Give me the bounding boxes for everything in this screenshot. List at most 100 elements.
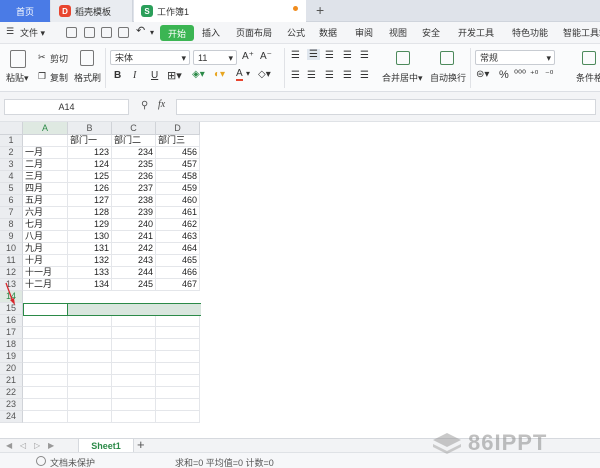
cell-c7[interactable]: 239 (112, 207, 156, 219)
cell-b3[interactable]: 124 (68, 159, 112, 171)
align-middle-icon[interactable]: ☰ (307, 49, 320, 60)
thousands-icon[interactable]: ⁰⁰⁰ (514, 69, 526, 80)
row-header-8[interactable]: 8 (0, 219, 23, 231)
prev-sheet-icon[interactable]: ◁ (20, 441, 26, 450)
indent-decrease-icon[interactable]: ☰ (343, 50, 352, 61)
align-right-icon[interactable]: ☰ (325, 70, 334, 81)
cell-c5[interactable]: 237 (112, 183, 156, 195)
cell-c20[interactable] (112, 363, 156, 375)
last-sheet-icon[interactable]: ▶ (48, 441, 54, 450)
cell-a8[interactable]: 七月 (23, 219, 68, 231)
print-icon[interactable] (101, 27, 112, 38)
align-center-icon[interactable]: ☰ (307, 70, 316, 81)
cell-d6[interactable]: 460 (156, 195, 200, 207)
menu-insert[interactable]: 插入 (202, 26, 220, 39)
cell-c11[interactable]: 243 (112, 255, 156, 267)
row-header-24[interactable]: 24 (0, 411, 23, 423)
indent-increase-icon[interactable]: ☰ (360, 50, 369, 61)
cell-b2[interactable]: 123 (68, 147, 112, 159)
cell-c1[interactable]: 部门二 (112, 135, 156, 147)
cell-b6[interactable]: 127 (68, 195, 112, 207)
cell-a22[interactable] (23, 387, 68, 399)
cell-d21[interactable] (156, 375, 200, 387)
spreadsheet-grid[interactable]: A B C D 1 部门一 部门二 部门三 2 一月 123 234 456 3 二月 124 235 457 4 三… (0, 122, 201, 438)
merge-center-button[interactable]: 合并居中▾ (382, 71, 423, 84)
cell-a10[interactable]: 九月 (23, 243, 68, 255)
cell-b21[interactable] (68, 375, 112, 387)
row-header-10[interactable]: 10 (0, 243, 23, 255)
cell-d24[interactable] (156, 411, 200, 423)
cell-d5[interactable]: 459 (156, 183, 200, 195)
cell-a20[interactable] (23, 363, 68, 375)
cell-d10[interactable]: 464 (156, 243, 200, 255)
cell-c18[interactable] (112, 339, 156, 351)
first-sheet-icon[interactable]: ◀ (6, 441, 12, 450)
menu-page-layout[interactable]: 页面布局 (236, 26, 272, 39)
cell-d1[interactable]: 部门三 (156, 135, 200, 147)
row-header-17[interactable]: 17 (0, 327, 23, 339)
cell-d13[interactable]: 467 (156, 279, 200, 291)
menu-smart-toolbox[interactable]: 智能工具箱 (563, 26, 600, 39)
select-all-corner[interactable] (0, 122, 23, 135)
fx-insert-function-button[interactable]: fx (158, 99, 165, 110)
cell-d4[interactable]: 458 (156, 171, 200, 183)
cell-a5[interactable]: 四月 (23, 183, 68, 195)
menu-review[interactable]: 审阅 (355, 26, 373, 39)
cell-d18[interactable] (156, 339, 200, 351)
cell-a24[interactable] (23, 411, 68, 423)
clear-format-icon[interactable]: ◇▾ (258, 69, 271, 80)
highlight-icon[interactable]: ◐▾ (214, 69, 225, 80)
menu-data[interactable]: 数据 (319, 26, 337, 39)
cell-a11[interactable]: 十月 (23, 255, 68, 267)
menu-view[interactable]: 视图 (389, 26, 407, 39)
align-top-icon[interactable]: ☰ (291, 50, 300, 61)
row-header-19[interactable]: 19 (0, 351, 23, 363)
cell-d17[interactable] (156, 327, 200, 339)
cell-c21[interactable] (112, 375, 156, 387)
cell-a23[interactable] (23, 399, 68, 411)
row-header-22[interactable]: 22 (0, 387, 23, 399)
cell-a7[interactable]: 六月 (23, 207, 68, 219)
wrap-text-icon[interactable] (440, 51, 454, 65)
increase-decimal-icon[interactable]: ⁺⁰ (530, 69, 538, 80)
cell-c19[interactable] (112, 351, 156, 363)
scissors-icon[interactable]: ✂ (38, 52, 46, 63)
cell-d20[interactable] (156, 363, 200, 375)
cell-b19[interactable] (68, 351, 112, 363)
decrease-decimal-icon[interactable]: ⁻⁰ (545, 69, 553, 80)
cell-d7[interactable]: 461 (156, 207, 200, 219)
cell-d23[interactable] (156, 399, 200, 411)
border-icon[interactable]: ⊞▾ (167, 69, 182, 82)
row-header-20[interactable]: 20 (0, 363, 23, 375)
bold-button[interactable]: B (114, 70, 121, 81)
shrink-font-icon[interactable]: A⁻ (260, 51, 272, 62)
menu-formulas[interactable]: 公式 (287, 26, 305, 39)
cell-a21[interactable] (23, 375, 68, 387)
paste-button[interactable]: 粘贴▾ (6, 71, 29, 84)
cell-d3[interactable]: 457 (156, 159, 200, 171)
cell-c2[interactable]: 234 (112, 147, 156, 159)
cell-c4[interactable]: 236 (112, 171, 156, 183)
cell-d9[interactable]: 463 (156, 231, 200, 243)
chevron-down-icon[interactable]: ▾ (246, 69, 250, 78)
save-icon[interactable] (66, 27, 77, 38)
copy-icon[interactable]: ❐ (38, 71, 46, 82)
format-painter-icon[interactable] (80, 50, 94, 66)
cell-b5[interactable]: 126 (68, 183, 112, 195)
row-header-3[interactable]: 3 (0, 159, 23, 171)
export-icon[interactable] (118, 27, 129, 38)
cell-c17[interactable] (112, 327, 156, 339)
tab-workbook[interactable]: S 工作簿1 (134, 0, 306, 22)
cell-c24[interactable] (112, 411, 156, 423)
cell-a2[interactable]: 一月 (23, 147, 68, 159)
cell-a18[interactable] (23, 339, 68, 351)
column-header-d[interactable]: D (156, 122, 200, 135)
tab-home[interactable]: 首页 (0, 0, 50, 22)
cell-c9[interactable]: 241 (112, 231, 156, 243)
document-protection-status[interactable]: 文档未保护 (50, 456, 95, 468)
menu-developer[interactable]: 开发工具 (458, 26, 494, 39)
hamburger-menu-icon[interactable]: ☰ (6, 26, 14, 37)
tab-template[interactable]: D 稻壳模板 (51, 0, 133, 22)
menu-special-features[interactable]: 特色功能 (512, 26, 548, 39)
cell-b8[interactable]: 129 (68, 219, 112, 231)
